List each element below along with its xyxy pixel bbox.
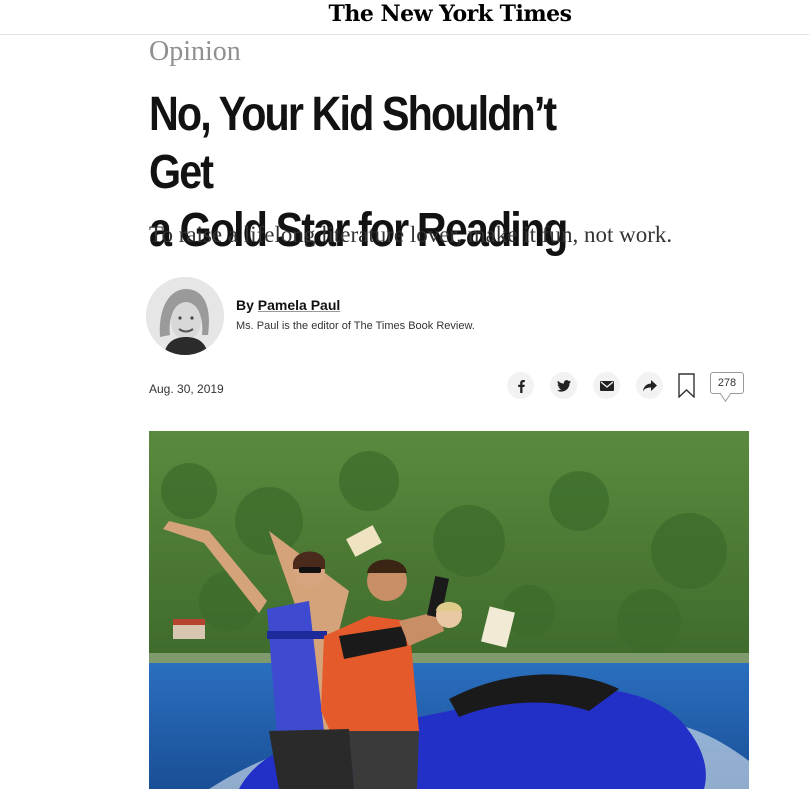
email-icon — [599, 380, 614, 391]
facebook-icon — [515, 379, 527, 393]
author-avatar — [146, 277, 224, 355]
save-bookmark-button[interactable] — [678, 373, 695, 403]
article-lead-image — [149, 431, 749, 789]
byline: By Pamela Paul — [236, 297, 340, 313]
masthead: The New York Times — [0, 0, 809, 35]
comment-count: 278 — [717, 377, 737, 389]
comments-button[interactable]: 278 — [710, 372, 744, 402]
author-link[interactable]: Pamela Paul — [258, 297, 341, 313]
more-share-button[interactable] — [636, 372, 663, 399]
twitter-share-button[interactable] — [550, 372, 577, 399]
comment-icon — [720, 387, 731, 402]
bookmark-icon — [678, 373, 695, 402]
facebook-share-button[interactable] — [507, 372, 534, 399]
byline-prefix: By — [236, 297, 258, 313]
headline-line-1: No, Your Kid Shouldn’t Get — [149, 88, 557, 199]
email-share-button[interactable] — [593, 372, 620, 399]
author-bio: Ms. Paul is the editor of The Times Book… — [236, 320, 475, 332]
article-summary: To raise a lifelong literature lover, ma… — [149, 222, 673, 247]
publish-date: Aug. 30, 2019 — [149, 382, 224, 396]
nyt-logo[interactable]: The New York Times — [0, 0, 809, 28]
section-label[interactable]: Opinion — [149, 36, 241, 68]
twitter-icon — [556, 379, 571, 392]
share-arrow-icon — [642, 379, 657, 392]
